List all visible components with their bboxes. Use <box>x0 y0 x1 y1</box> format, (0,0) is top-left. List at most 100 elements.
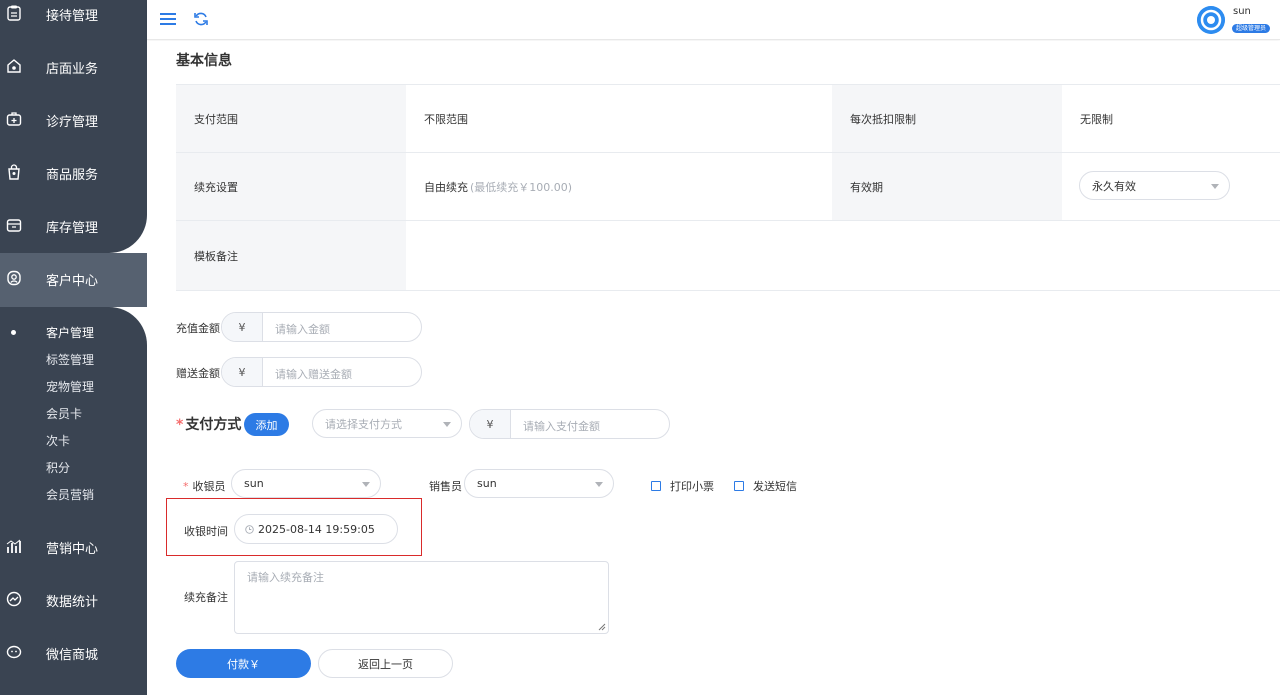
sidebar-item-customer-center[interactable]: 客户中心 <box>0 259 147 299</box>
customer-icon <box>7 270 21 286</box>
validity-selected-value: 永久有效 <box>1092 179 1136 193</box>
sidebar-item-inventory[interactable]: 库存管理 <box>0 206 147 246</box>
menu-toggle-icon[interactable] <box>160 12 176 26</box>
user-name: sun <box>1233 6 1251 17</box>
cashier-time-label: 收银时间 <box>184 525 228 538</box>
pay-scope-value: 不限范围 <box>406 85 832 152</box>
store-icon <box>7 59 21 73</box>
chevron-down-icon <box>595 482 603 487</box>
sidebar: 接待管理 店面业务 诊疗管理 商品服务 库存管理 客户中心 客户管理 标签管理 … <box>0 0 147 695</box>
recharge-note-label: 续充备注 <box>184 591 228 604</box>
checkbox-box <box>651 481 661 491</box>
payment-method-title: * 支付方式 <box>176 414 241 434</box>
bar-chart-icon <box>6 539 21 553</box>
salesperson-selected-value: sun <box>477 477 497 490</box>
currency-prefix: ¥ <box>470 410 511 438</box>
sidebar-item-label: 商品服务 <box>46 167 99 183</box>
send-sms-label: 发送短信 <box>753 480 797 493</box>
sidebar-item-label: 诊疗管理 <box>46 114 99 130</box>
gift-amount-placeholder: 请输入赠送金额 <box>275 368 352 381</box>
sidebar-item-goods[interactable]: 商品服务 <box>0 153 147 193</box>
main-content: 基本信息 支付范围 不限范围 每次抵扣限制 无限制 续充设置 自由续充 (最低续… <box>147 41 1280 695</box>
shopping-bag-icon <box>8 164 20 180</box>
payment-method-title-text: 支付方式 <box>185 417 242 433</box>
sidebar-item-label: 营销中心 <box>46 541 99 557</box>
payment-amount-input[interactable]: ¥ 请输入支付金额 <box>469 409 670 439</box>
cashier-time-value: 2025-08-14 19:59:05 <box>258 523 375 536</box>
refresh-icon[interactable] <box>193 11 209 27</box>
deduct-limit-label: 每次抵扣限制 <box>832 85 1062 152</box>
validity-label: 有效期 <box>832 153 1062 220</box>
sidebar-subitem-member-card[interactable]: 会员卡 <box>46 405 82 422</box>
validity-select[interactable]: 永久有效 <box>1079 171 1230 200</box>
pay-button[interactable]: 付款￥ <box>176 649 311 678</box>
medical-kit-icon <box>6 112 22 126</box>
sidebar-subitem-pet-management[interactable]: 宠物管理 <box>46 378 94 395</box>
cashier-label-text: 收银员 <box>192 480 226 493</box>
cashier-select[interactable]: sun <box>231 469 381 498</box>
recharge-note-textarea[interactable]: 请输入续充备注 <box>234 561 609 634</box>
back-button[interactable]: 返回上一页 <box>318 649 453 678</box>
chevron-down-icon <box>1211 184 1219 189</box>
cashier-selected-value: sun <box>244 477 264 490</box>
recharge-amount-placeholder: 请输入金额 <box>275 323 330 336</box>
sidebar-subitem-member-marketing[interactable]: 会员营销 <box>46 486 94 503</box>
chevron-down-icon <box>443 422 451 427</box>
payment-method-select[interactable]: 请选择支付方式 <box>312 409 462 438</box>
recharge-amount-label: 充值金额 <box>176 322 220 335</box>
add-payment-button[interactable]: 添加 <box>244 413 289 436</box>
salesperson-select[interactable]: sun <box>464 469 614 498</box>
gift-amount-input[interactable]: ¥ 请输入赠送金额 <box>221 357 422 387</box>
recharge-setting-label: 续充设置 <box>176 153 406 220</box>
sidebar-item-label: 客户中心 <box>46 273 99 289</box>
section-title: 基本信息 <box>176 53 232 69</box>
salesperson-label: 销售员 <box>429 480 462 493</box>
sidebar-item-statistics[interactable]: 数据统计 <box>0 580 147 620</box>
recharge-amount-input[interactable]: ¥ 请输入金额 <box>221 312 422 342</box>
required-asterisk: * <box>183 480 189 493</box>
template-note-value <box>406 221 1280 290</box>
sidebar-item-diagnosis[interactable]: 诊疗管理 <box>0 100 147 140</box>
active-indicator-dot <box>11 330 16 335</box>
sidebar-item-label: 微信商城 <box>46 647 99 663</box>
recharge-minimum-note: (最低续充￥100.00) <box>470 180 573 194</box>
checkbox-box <box>734 481 744 491</box>
sidebar-item-reception[interactable]: 接待管理 <box>0 0 147 34</box>
payment-method-placeholder: 请选择支付方式 <box>325 417 402 431</box>
sidebar-item-label: 店面业务 <box>46 61 99 77</box>
recharge-note-placeholder: 请输入续充备注 <box>247 571 324 584</box>
sidebar-item-store[interactable]: 店面业务 <box>0 47 147 87</box>
sidebar-subitem-points[interactable]: 积分 <box>46 459 70 476</box>
print-receipt-label: 打印小票 <box>670 480 714 493</box>
currency-prefix: ¥ <box>222 358 263 386</box>
template-note-label: 模板备注 <box>176 221 406 290</box>
inventory-box-icon <box>6 219 22 232</box>
sidebar-item-label: 数据统计 <box>46 594 99 610</box>
sidebar-item-wechat-mall[interactable]: 微信商城 <box>0 633 147 673</box>
sidebar-item-label: 库存管理 <box>46 220 99 236</box>
gift-amount-label: 赠送金额 <box>176 367 220 380</box>
recharge-setting-text: 自由续充 <box>424 180 468 194</box>
trend-icon <box>6 591 22 607</box>
avatar[interactable] <box>1197 6 1225 34</box>
recharge-setting-value: 自由续充 (最低续充￥100.00) <box>406 153 832 220</box>
cashier-label: * 收银员 <box>183 478 226 494</box>
cashier-time-picker[interactable]: 2025-08-14 19:59:05 <box>234 514 398 544</box>
clipboard-icon <box>7 5 21 21</box>
chevron-down-icon <box>362 482 370 487</box>
clock-icon <box>245 525 254 534</box>
sidebar-subitem-tag-management[interactable]: 标签管理 <box>46 351 94 368</box>
send-sms-checkbox[interactable]: 发送短信 <box>734 478 797 494</box>
sidebar-item-marketing[interactable]: 营销中心 <box>0 527 147 567</box>
top-header: sun 超级管理员 <box>147 0 1280 40</box>
print-receipt-checkbox[interactable]: 打印小票 <box>651 478 714 494</box>
sidebar-subitem-count-card[interactable]: 次卡 <box>46 432 70 449</box>
user-role-badge: 超级管理员 <box>1232 24 1271 33</box>
sidebar-subitem-customer-management[interactable]: 客户管理 <box>46 324 94 341</box>
sidebar-item-label: 接待管理 <box>46 8 99 24</box>
resize-grip-icon[interactable] <box>598 623 606 631</box>
deduct-limit-value: 无限制 <box>1062 85 1280 152</box>
required-asterisk: * <box>176 417 184 433</box>
wechat-icon <box>6 645 22 659</box>
payment-amount-placeholder: 请输入支付金额 <box>523 420 600 433</box>
